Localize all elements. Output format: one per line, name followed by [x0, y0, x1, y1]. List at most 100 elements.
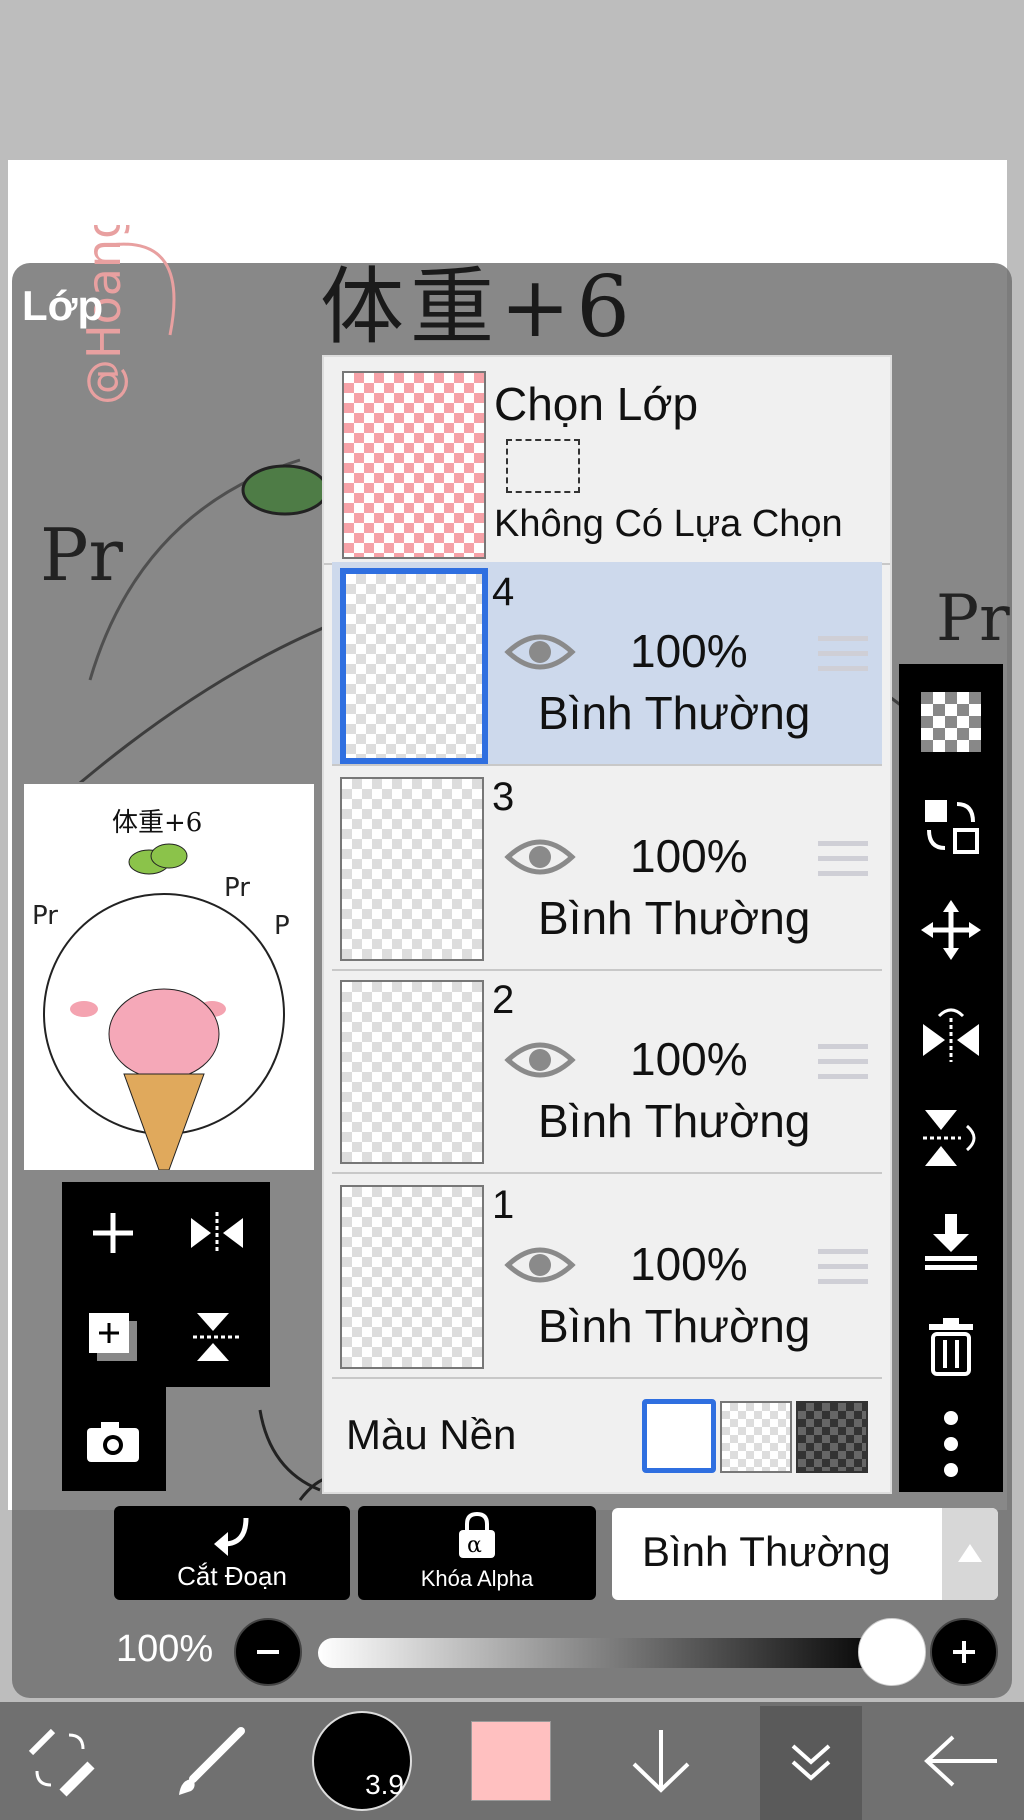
merge-down-button[interactable] [911, 1202, 991, 1282]
layer-thumbnail [340, 1185, 484, 1369]
layers-button[interactable] [760, 1706, 862, 1820]
swap-layer-button[interactable] [911, 786, 991, 866]
layer-blend-mode: Bình Thường [538, 1300, 811, 1352]
layer-blend-mode: Bình Thường [538, 1095, 811, 1147]
background-transparent-swatch[interactable] [720, 1401, 792, 1473]
plus-icon [93, 1213, 133, 1253]
opacity-slider[interactable] [318, 1638, 890, 1668]
plus-icon [953, 1641, 975, 1663]
visibility-eye-icon[interactable] [504, 833, 576, 881]
divider [332, 1377, 882, 1379]
brush-size-value: 3.9 [365, 1769, 404, 1800]
tool-switch-button[interactable] [6, 1702, 116, 1820]
layer-blend-mode: Bình Thường [538, 687, 811, 739]
blend-mode-select[interactable]: Bình Thường [612, 1508, 998, 1600]
brush-icon [179, 1727, 245, 1795]
background-dark-swatch[interactable] [796, 1401, 868, 1473]
svg-text:Pr: Pr [936, 582, 1010, 656]
arrow-down-icon [632, 1730, 690, 1793]
swap-icon [925, 800, 979, 854]
layers-panel-title: Lớp [22, 282, 104, 329]
delete-layer-button[interactable] [911, 1306, 991, 1386]
layer-blend-mode: Bình Thường [538, 892, 811, 944]
layer-down-button[interactable] [606, 1702, 716, 1820]
layer-number: 2 [492, 978, 515, 1022]
layer-opacity: 100% [630, 830, 748, 882]
move-layer-button[interactable] [911, 890, 991, 970]
drag-handle-icon[interactable] [818, 634, 868, 674]
opacity-value: 100% [116, 1628, 214, 1670]
chevron-up-icon [958, 1544, 982, 1562]
alpha-lock-button[interactable]: α Khóa Alpha [358, 1506, 596, 1600]
brush-tool-button[interactable] [156, 1702, 266, 1820]
blend-mode-value: Bình Thường [642, 1528, 891, 1575]
lock-icon: α [459, 1512, 495, 1558]
arrow-left-icon [924, 1735, 997, 1787]
bottom-toolbar: 3.9 [0, 1702, 1024, 1820]
back-button[interactable] [906, 1702, 1016, 1820]
layer-row[interactable]: 1 100% Bình Thường [332, 1175, 882, 1379]
background-color-row: Màu Nền [324, 1385, 884, 1489]
flip-layer-vertical-button[interactable] [911, 1098, 991, 1178]
preview-title: 体重+6 [112, 808, 203, 838]
divider [332, 1172, 882, 1174]
visibility-eye-icon[interactable] [504, 1241, 576, 1289]
selection-status: Không Có Lựa Chọn [494, 503, 843, 545]
layer-tools-bar [899, 664, 1003, 1492]
flip-layer-horizontal-button[interactable] [911, 994, 991, 1074]
layer-opacity: 100% [630, 1238, 748, 1290]
opacity-slider-handle[interactable] [858, 1618, 926, 1686]
clipping-label: Cắt Đoạn [177, 1561, 287, 1591]
alpha-lock-label: Khóa Alpha [420, 1566, 534, 1591]
drag-handle-icon[interactable] [818, 1042, 868, 1082]
merge-down-icon [925, 1214, 977, 1270]
brush-eraser-icon [28, 1728, 95, 1797]
layer-number: 4 [492, 570, 515, 614]
drag-handle-icon[interactable] [818, 1247, 868, 1287]
selection-layer-row[interactable]: Chọn Lớp Không Có Lựa Chọn [324, 357, 890, 562]
selection-marquee-icon [506, 439, 580, 493]
layer-number: 1 [492, 1183, 515, 1227]
background-label: Màu Nền [346, 1411, 517, 1458]
more-options-button[interactable] [911, 1404, 991, 1484]
visibility-eye-icon[interactable] [504, 628, 576, 676]
camera-icon [87, 1422, 139, 1462]
color-picker-button[interactable] [456, 1702, 566, 1820]
visibility-eye-icon[interactable] [504, 1036, 576, 1084]
layer-opacity: 100% [630, 625, 748, 677]
layer-row[interactable]: 2 100% Bình Thường [332, 970, 882, 1174]
canvas-preview[interactable]: 体重+6 Pr Pr P [22, 782, 316, 1172]
duplicate-layer-icon [89, 1313, 137, 1361]
background-white-swatch[interactable] [642, 1399, 716, 1473]
flip-horizontal-icon [191, 1212, 243, 1254]
duplicate-layer-button[interactable] [68, 1292, 158, 1382]
flip-horizontal-icon [923, 1008, 979, 1062]
blend-mode-dropdown[interactable] [942, 1508, 998, 1600]
svg-text:P: P [274, 911, 290, 941]
chevron-double-down-icon [791, 1744, 831, 1781]
layer-row[interactable]: 4 100% Bình Thường [332, 562, 882, 766]
layer-row[interactable]: 3 100% Bình Thường [332, 767, 882, 971]
svg-text:Pr: Pr [32, 901, 58, 931]
layer-opacity: 100% [630, 1033, 748, 1085]
drag-handle-icon[interactable] [818, 839, 868, 879]
minus-icon [257, 1650, 279, 1654]
transparency-button[interactable] [911, 682, 991, 762]
selection-layer-thumbnail [342, 371, 486, 559]
checkerboard-icon [921, 692, 981, 752]
opacity-increase-button[interactable] [930, 1618, 998, 1686]
clipping-button[interactable]: Cắt Đoạn [114, 1506, 350, 1600]
flip-vertical-icon [193, 1313, 241, 1361]
brush-size-button[interactable]: 3.9 [304, 1702, 420, 1820]
flip-vertical-button[interactable] [172, 1292, 262, 1382]
opacity-decrease-button[interactable] [234, 1618, 302, 1686]
trash-icon [929, 1318, 973, 1376]
svg-text:α: α [467, 1533, 482, 1558]
more-vertical-icon [944, 1411, 958, 1477]
add-layer-button[interactable] [68, 1188, 158, 1278]
divider [332, 764, 882, 766]
layer-thumbnail [340, 980, 484, 1164]
brush-size-indicator: 3.9 [312, 1711, 412, 1811]
flip-horizontal-button[interactable] [172, 1188, 262, 1278]
camera-button[interactable] [68, 1396, 158, 1486]
